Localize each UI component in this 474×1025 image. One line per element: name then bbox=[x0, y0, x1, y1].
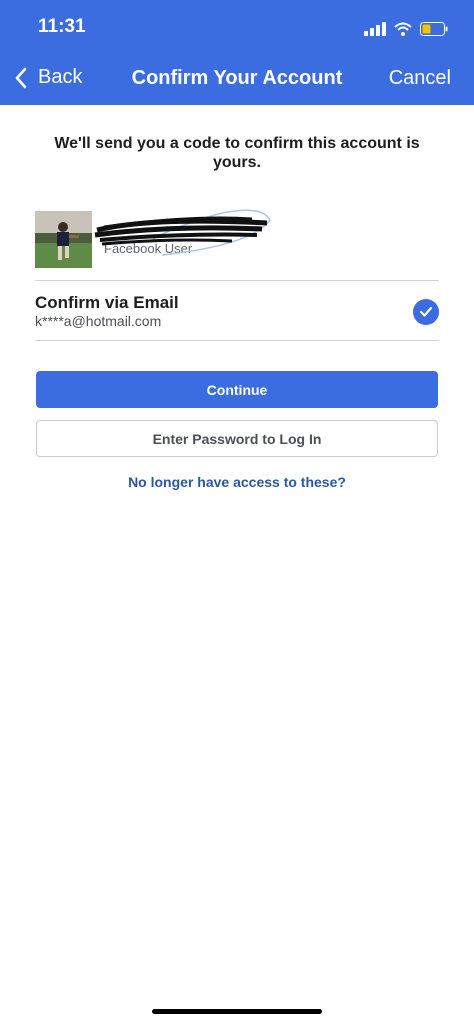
divider bbox=[35, 280, 439, 281]
profile-photo bbox=[35, 211, 92, 268]
intro-text: We'll send you a code to confirm this ac… bbox=[54, 135, 420, 171]
signal-icon bbox=[364, 22, 386, 36]
selected-check-icon[interactable] bbox=[413, 299, 439, 325]
no-access-link[interactable]: No longer have access to these? bbox=[0, 474, 474, 490]
account-name-block: Facebook User bbox=[92, 205, 282, 265]
home-indicator bbox=[152, 1009, 322, 1014]
status-icons bbox=[364, 20, 448, 38]
redaction-scribble bbox=[94, 209, 271, 256]
continue-button[interactable]: Continue bbox=[36, 371, 438, 408]
method-email: k****a@hotmail.com bbox=[35, 313, 162, 329]
status-time: 11:31 bbox=[38, 16, 86, 37]
cancel-button[interactable]: Cancel bbox=[389, 67, 451, 90]
battery-icon bbox=[420, 22, 448, 36]
divider bbox=[35, 340, 439, 341]
avatar bbox=[35, 211, 92, 268]
wifi-icon bbox=[394, 22, 412, 36]
enter-password-button[interactable]: Enter Password to Log In bbox=[36, 420, 438, 457]
method-title: Confirm via Email bbox=[35, 293, 179, 312]
top-bar: 11:31 Back Confirm Your Account Cancel bbox=[0, 0, 474, 105]
